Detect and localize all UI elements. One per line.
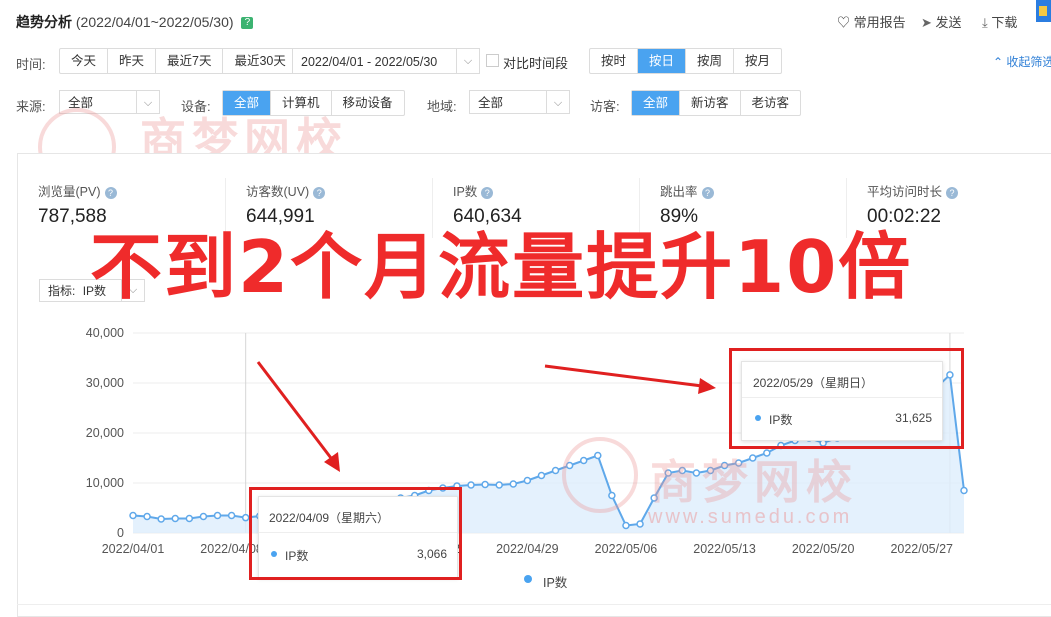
data-point: [579, 456, 588, 465]
data-point: [481, 480, 489, 489]
data-point: [129, 511, 137, 520]
data-point: [608, 491, 616, 500]
overlay-headline: 不到2个月流量提升10倍: [90, 225, 913, 309]
data-point: [523, 476, 532, 485]
x-tick-label: 2022/04/01: [102, 542, 165, 556]
x-tick-label: 2022/05/20: [792, 542, 855, 556]
y-tick-label: 10,000: [86, 476, 124, 490]
annotation-arrow-left: [256, 361, 336, 463]
data-point: [622, 521, 630, 530]
y-tick-label: 0: [117, 526, 124, 540]
x-tick-label: 2022/05/06: [595, 542, 658, 556]
x-tick-label: 2022/05/13: [693, 542, 756, 556]
data-point: [509, 480, 518, 488]
data-point: [636, 520, 644, 528]
annotation-arrowhead-left: [324, 452, 340, 472]
annotation-box-left: [249, 487, 462, 580]
data-point: [241, 513, 250, 522]
annotation-arrowhead-right: [698, 378, 716, 394]
watermark-url-lower: www.sumedu.com: [648, 506, 853, 528]
watermark-brand-lower: 商梦网校: [650, 456, 858, 508]
data-point: [213, 511, 222, 520]
y-tick-label: 40,000: [86, 326, 124, 340]
legend-label: IP数: [543, 576, 568, 590]
data-point: [157, 515, 165, 523]
data-point: [594, 451, 602, 460]
data-point: [227, 511, 236, 520]
annotation-box-right: [729, 348, 964, 449]
data-point: [495, 481, 503, 489]
legend-dot: [524, 575, 532, 583]
y-tick-label: 30,000: [86, 376, 124, 390]
data-point: [143, 512, 151, 521]
data-point: [960, 486, 968, 495]
data-point: [467, 481, 475, 489]
data-point: [171, 514, 180, 523]
x-tick-label: 2022/04/29: [496, 542, 559, 556]
y-tick-label: 20,000: [86, 426, 124, 440]
data-point: [199, 512, 208, 521]
bottom-divider: [17, 604, 1051, 605]
data-point: [185, 514, 194, 523]
data-point: [537, 471, 546, 480]
data-point: [551, 466, 560, 475]
x-tick-label: 2022/05/27: [890, 542, 953, 556]
